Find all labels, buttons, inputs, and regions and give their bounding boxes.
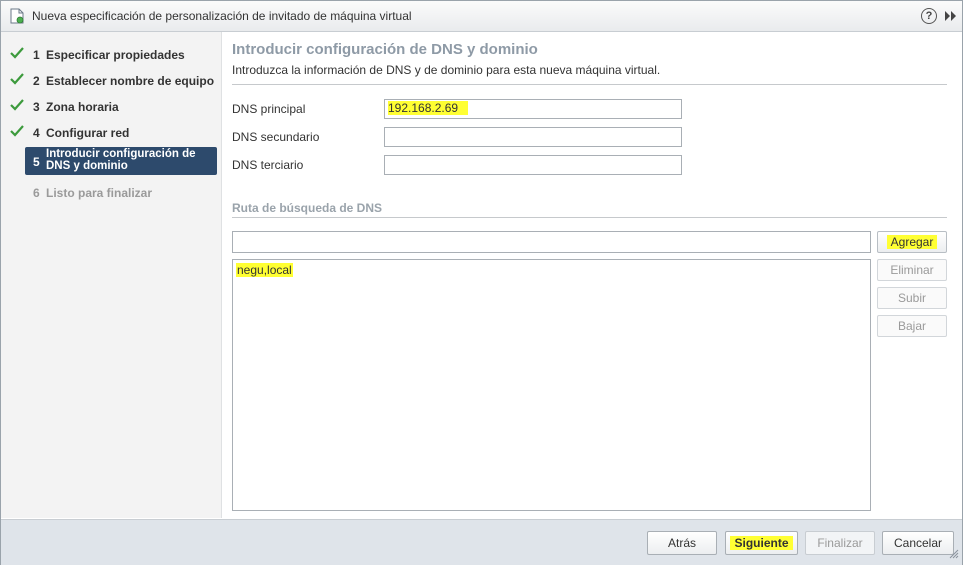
step-label: Establecer nombre de equipo: [46, 74, 215, 88]
cancel-button[interactable]: Cancelar: [882, 531, 954, 555]
step-label: Zona horaria: [46, 100, 119, 114]
step-number: 5: [33, 155, 40, 169]
step-label: Introducir configuración de DNS y domini…: [46, 148, 196, 172]
double-chevron-right-icon[interactable]: [944, 10, 958, 22]
footer-bar: Atrás Siguiente Finalizar Cancelar: [1, 519, 962, 565]
checkmark-icon: [10, 99, 24, 111]
checkmark-icon: [10, 125, 24, 137]
move-up-button[interactable]: Subir: [877, 287, 947, 309]
add-button-label: Agregar: [886, 235, 938, 249]
step-number: 3: [33, 100, 40, 114]
step-5-dns-dominio-current[interactable]: 5 Introducir configuración de DNS y domi…: [25, 147, 217, 175]
step-number: 6: [33, 186, 40, 200]
help-icon[interactable]: ?: [921, 8, 937, 24]
finish-button[interactable]: Finalizar: [805, 531, 875, 555]
divider: [232, 84, 947, 85]
next-button-label: Siguiente: [730, 536, 793, 550]
dialog-title: Nueva especificación de personalización …: [32, 9, 412, 23]
step-3-zona-horaria[interactable]: 3 Zona horaria: [1, 96, 221, 118]
step-number: 4: [33, 126, 40, 140]
remove-button[interactable]: Eliminar: [877, 259, 947, 281]
title-bar: Nueva especificación de personalización …: [1, 1, 962, 32]
search-path-section-title: Ruta de búsqueda de DNS: [232, 201, 383, 215]
list-item[interactable]: negu,local: [236, 263, 293, 277]
resize-grip-icon[interactable]: [949, 549, 959, 559]
step-1-especificar-propiedades[interactable]: 1 Especificar propiedades: [1, 44, 221, 66]
step-4-configurar-red[interactable]: 4 Configurar red: [1, 122, 221, 144]
move-down-button[interactable]: Bajar: [877, 315, 947, 337]
divider: [232, 217, 947, 218]
checkmark-icon: [10, 73, 24, 85]
dns-primary-input[interactable]: 192.168.2.69: [384, 99, 682, 119]
dns-tertiary-input[interactable]: [384, 155, 682, 175]
wizard-steps-sidebar: 1 Especificar propiedades 2 Establecer n…: [1, 32, 222, 518]
step-label: Listo para finalizar: [46, 186, 153, 200]
step-6-listo-para-finalizar: 6 Listo para finalizar: [1, 182, 221, 204]
search-path-list[interactable]: negu,local: [232, 259, 871, 511]
search-path-input[interactable]: [232, 231, 871, 253]
step-label: Configurar red: [46, 126, 130, 140]
main-content: Introducir configuración de DNS y domini…: [222, 32, 962, 518]
next-button[interactable]: Siguiente: [725, 531, 798, 555]
customization-wizard-dialog: Nueva especificación de personalización …: [0, 0, 963, 565]
page-description: Introduzca la información de DNS y de do…: [232, 63, 661, 77]
checkmark-icon: [10, 47, 24, 59]
dns-secondary-label: DNS secundario: [232, 130, 320, 144]
page-title: Introducir configuración de DNS y domini…: [232, 41, 538, 58]
step-number: 2: [33, 74, 40, 88]
dns-tertiary-label: DNS terciario: [232, 158, 304, 172]
step-label: Especificar propiedades: [46, 48, 185, 62]
add-button[interactable]: Agregar: [877, 231, 947, 253]
document-gear-icon: [10, 8, 24, 24]
dns-secondary-input[interactable]: [384, 127, 682, 147]
step-2-establecer-nombre[interactable]: 2 Establecer nombre de equipo: [1, 70, 221, 92]
back-button[interactable]: Atrás: [647, 531, 717, 555]
list-item-label: negu,local: [236, 263, 293, 277]
dns-primary-value: 192.168.2.69: [388, 101, 469, 115]
dns-primary-label: DNS principal: [232, 102, 306, 116]
step-number: 1: [33, 48, 40, 62]
